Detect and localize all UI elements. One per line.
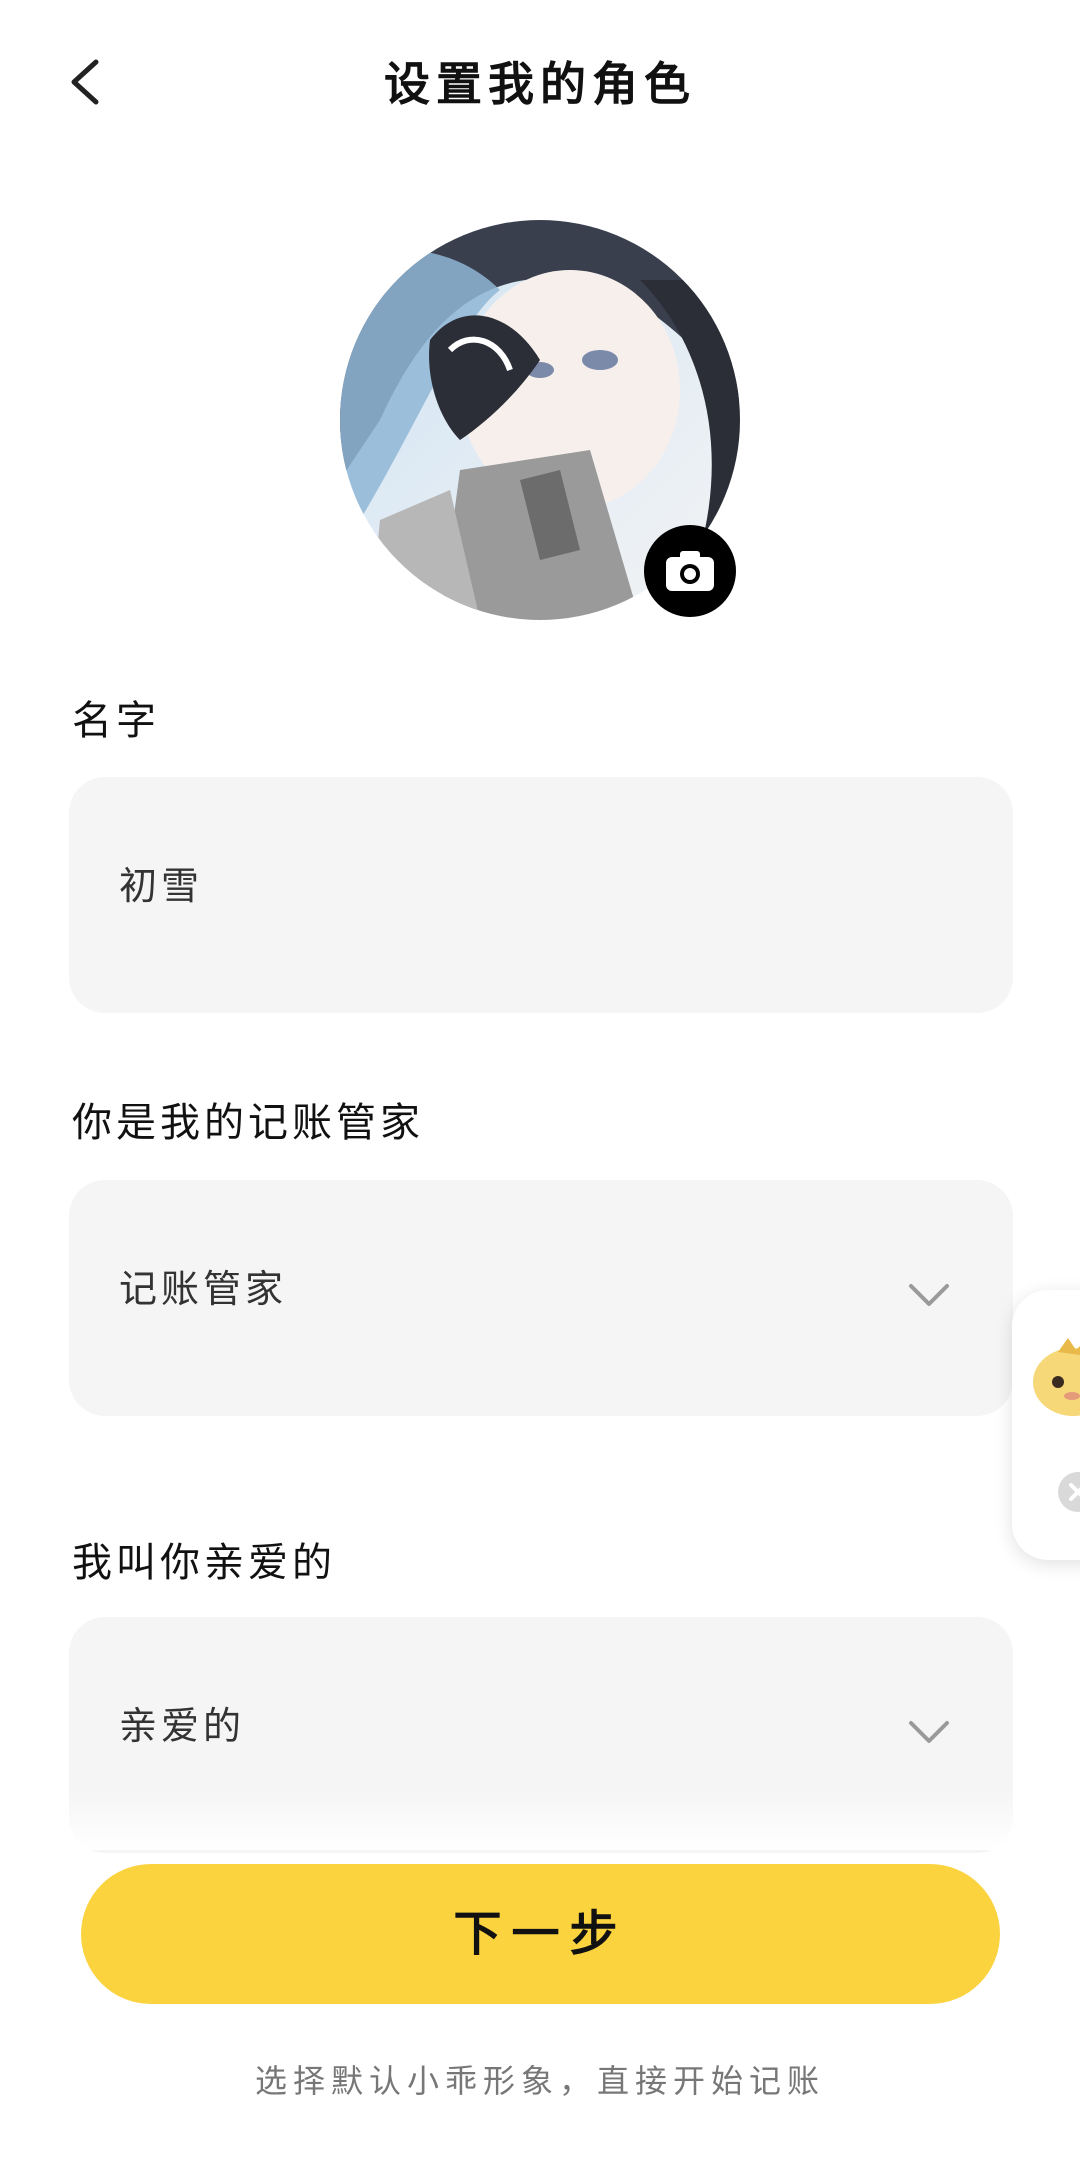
header: 设置我的角色 xyxy=(0,0,1080,170)
callname-label: 我叫你亲爱的 xyxy=(72,1540,336,1586)
use-default-link[interactable]: 选择默认小乖形象，直接开始记账 xyxy=(0,2056,1080,2102)
name-field[interactable]: 初雪 xyxy=(69,777,1013,1013)
next-button[interactable]: 下一步 xyxy=(81,1864,1000,2004)
role-select[interactable]: 记账管家 xyxy=(69,1180,1013,1416)
close-widget-button[interactable] xyxy=(1058,1472,1080,1512)
name-label: 名字 xyxy=(72,698,160,744)
name-value: 初雪 xyxy=(119,864,204,908)
role-label: 你是我的记账管家 xyxy=(72,1100,424,1146)
change-avatar-button[interactable] xyxy=(644,525,736,617)
chevron-down-icon xyxy=(909,1284,949,1306)
page-title: 设置我的角色 xyxy=(384,57,696,111)
role-value: 记账管家 xyxy=(119,1267,288,1311)
avatar-section xyxy=(340,220,740,620)
scroll-fade xyxy=(0,1790,1080,1850)
chevron-down-icon xyxy=(909,1721,949,1743)
mascot-icon[interactable] xyxy=(1028,1330,1080,1420)
close-icon xyxy=(1069,1483,1080,1501)
camera-icon xyxy=(666,551,714,591)
floating-widget xyxy=(1012,1290,1080,1560)
callname-value: 亲爱的 xyxy=(119,1704,246,1748)
